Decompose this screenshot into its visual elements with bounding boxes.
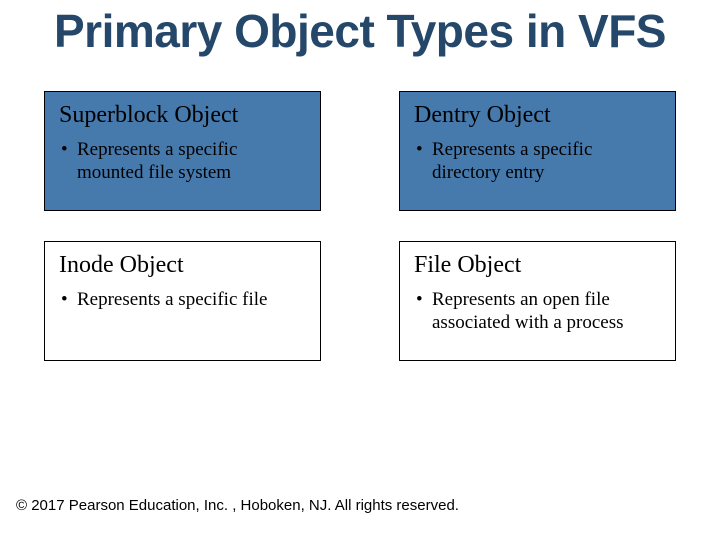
card-title: File Object xyxy=(414,252,661,280)
card-bullet: Represents an open file associated with … xyxy=(416,288,661,336)
card-dentry: Dentry Object Represents a specific dire… xyxy=(399,91,676,211)
card-bullets: Represents a specific file xyxy=(59,288,306,312)
card-bullet: Represents a specific directory entry xyxy=(416,138,661,186)
card-title: Dentry Object xyxy=(414,102,661,130)
card-inode: Inode Object Represents a specific file xyxy=(44,241,321,361)
card-file: File Object Represents an open file asso… xyxy=(399,241,676,361)
card-bullets: Represents a specific directory entry xyxy=(414,138,661,186)
card-grid: Superblock Object Represents a specific … xyxy=(16,91,704,361)
copyright-footer: © 2017 Pearson Education, Inc. , Hoboken… xyxy=(16,497,459,514)
slide: Primary Object Types in VFS Superblock O… xyxy=(0,0,720,540)
page-title: Primary Object Types in VFS xyxy=(16,8,704,55)
card-title: Inode Object xyxy=(59,252,306,280)
card-bullets: Represents an open file associated with … xyxy=(414,288,661,336)
card-title: Superblock Object xyxy=(59,102,306,130)
card-bullet: Represents a specific mounted file syste… xyxy=(61,138,306,186)
card-bullet: Represents a specific file xyxy=(61,288,306,312)
card-superblock: Superblock Object Represents a specific … xyxy=(44,91,321,211)
card-bullets: Represents a specific mounted file syste… xyxy=(59,138,306,186)
